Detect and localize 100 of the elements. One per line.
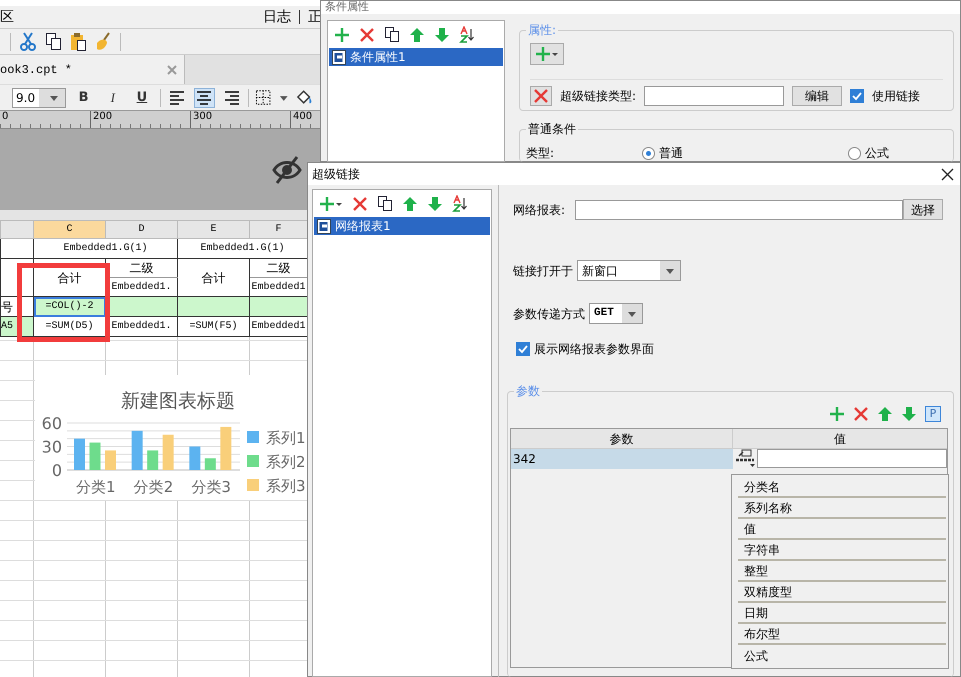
menu-item[interactable]: 日志 — [263, 6, 291, 28]
list-item[interactable]: 条件属性1 — [329, 48, 503, 66]
delete-icon[interactable] — [352, 196, 368, 212]
table-cell[interactable]: Embedded1.G(1) — [178, 238, 308, 258]
field-label: 超级链接类型: — [560, 88, 636, 105]
input-field[interactable] — [575, 200, 903, 220]
bar — [189, 446, 200, 470]
italic-button[interactable]: I — [101, 88, 124, 108]
paste-icon[interactable] — [70, 32, 87, 52]
menu-item[interactable]: 分类名 — [738, 477, 946, 498]
group-legend: 普通条件 — [526, 121, 578, 137]
table-cell[interactable]: 二级 — [250, 258, 308, 278]
radio-button[interactable] — [848, 146, 861, 160]
radio-button[interactable] — [642, 146, 655, 160]
edit-button[interactable]: 编辑 — [792, 86, 842, 106]
fill-color-icon[interactable] — [295, 89, 312, 106]
axis-label: 分类2 — [134, 478, 174, 496]
axis-label: 0 — [52, 461, 62, 480]
report-icon — [317, 218, 331, 234]
up-arrow-icon[interactable] — [402, 196, 418, 212]
column-header[interactable]: D — [106, 220, 178, 238]
parameter-button[interactable]: P — [925, 406, 941, 422]
bar — [147, 450, 158, 470]
menu-item[interactable]: 系列名称 — [738, 498, 946, 519]
value-type-icon[interactable] — [734, 449, 756, 468]
add-button[interactable] — [530, 43, 564, 65]
copy-icon[interactable] — [377, 195, 393, 212]
menu-item[interactable]: 整型 — [738, 561, 946, 582]
table-cell[interactable]: =COL()-2 — [34, 296, 106, 316]
menu-item[interactable]: 双精度型 — [738, 582, 946, 603]
group-legend: 参数 — [514, 383, 542, 399]
table-cell[interactable]: =SUM(D5) — [34, 316, 106, 336]
table-cell[interactable]: 合计 — [178, 258, 250, 296]
dropdown[interactable]: 新窗口 — [577, 260, 681, 281]
select-button[interactable]: 选择 — [903, 199, 943, 220]
menu-item[interactable]: 布尔型 — [738, 624, 946, 645]
table-cell[interactable]: =SUM(F5) — [178, 316, 250, 336]
border-icon[interactable] — [255, 89, 272, 106]
eye-slash-icon[interactable] — [272, 156, 302, 184]
align-center-button[interactable] — [194, 88, 215, 108]
ruler-label: 0 — [1, 111, 10, 124]
bar — [105, 450, 116, 470]
dropdown[interactable]: GET — [589, 303, 643, 324]
legend-swatch — [247, 479, 259, 491]
table-cell[interactable]: Embedded1.G(1) — [34, 238, 178, 258]
bar — [74, 438, 85, 470]
field-label: 链接打开于 — [513, 262, 573, 280]
input-field[interactable] — [644, 86, 784, 106]
column-header: 参数 — [511, 429, 733, 448]
add-dropdown-icon[interactable] — [535, 46, 559, 62]
up-arrow-icon[interactable] — [409, 26, 425, 42]
menu-item[interactable]: 区 — [0, 6, 14, 28]
checkbox[interactable] — [850, 89, 864, 103]
delete-icon[interactable] — [853, 406, 869, 422]
report-icon — [332, 50, 346, 64]
axis-label: 30 — [42, 438, 62, 456]
field-label: 参数传递方式 — [513, 306, 585, 322]
column-header[interactable]: E — [178, 220, 250, 238]
delete-icon[interactable] — [359, 26, 375, 42]
down-arrow-icon[interactable] — [901, 406, 917, 422]
menu-item[interactable]: 公式 — [738, 645, 946, 666]
axis-label: 60 — [42, 414, 62, 433]
sort-icon[interactable] — [459, 26, 475, 43]
legend-swatch — [247, 455, 259, 467]
menu-item[interactable]: 字符串 — [738, 540, 946, 561]
bar — [162, 434, 174, 470]
table-cell[interactable]: Embedded1 — [250, 278, 308, 296]
legend-swatch — [247, 431, 259, 443]
close-icon[interactable] — [941, 168, 954, 180]
axis-label: 分类1 — [76, 478, 116, 496]
file-tab[interactable]: ook3.cpt * — [0, 55, 185, 84]
legend-label: 系列2 — [266, 453, 306, 471]
down-arrow-icon[interactable] — [427, 196, 443, 212]
chart-title: 新建图表标题 — [121, 390, 235, 412]
copy-icon[interactable] — [45, 32, 62, 51]
radio-label: 公式 — [865, 145, 889, 162]
checkbox[interactable] — [516, 342, 530, 356]
menu-item[interactable]: 日期 — [738, 603, 946, 624]
up-arrow-icon[interactable] — [877, 406, 893, 422]
column-header[interactable]: F — [250, 220, 308, 238]
group-legend: 属性: — [526, 22, 558, 38]
add-dropdown-icon[interactable] — [319, 196, 343, 212]
add-icon[interactable] — [829, 406, 845, 422]
dialog-title: 超级链接 — [312, 166, 360, 183]
bold-button[interactable]: B — [72, 88, 96, 108]
input-field[interactable] — [757, 449, 947, 468]
scissors-icon[interactable] — [19, 32, 37, 51]
brush-icon[interactable] — [95, 32, 112, 52]
list-item[interactable]: 网络报表1 — [314, 217, 490, 235]
down-arrow-icon[interactable] — [434, 26, 450, 42]
font-size-dropdown[interactable]: 9.0 — [12, 88, 66, 108]
column-header[interactable]: C — [34, 220, 106, 238]
table-cell[interactable]: 342 — [511, 449, 733, 469]
underline-button[interactable]: U — [130, 88, 154, 108]
copy-icon[interactable] — [384, 26, 400, 43]
column-header: 值 — [833, 430, 847, 448]
menu-item[interactable]: 值 — [738, 519, 946, 540]
sort-icon[interactable] — [452, 195, 468, 212]
add-icon[interactable] — [334, 26, 350, 42]
table-cell[interactable]: Embedded1 — [250, 316, 308, 336]
